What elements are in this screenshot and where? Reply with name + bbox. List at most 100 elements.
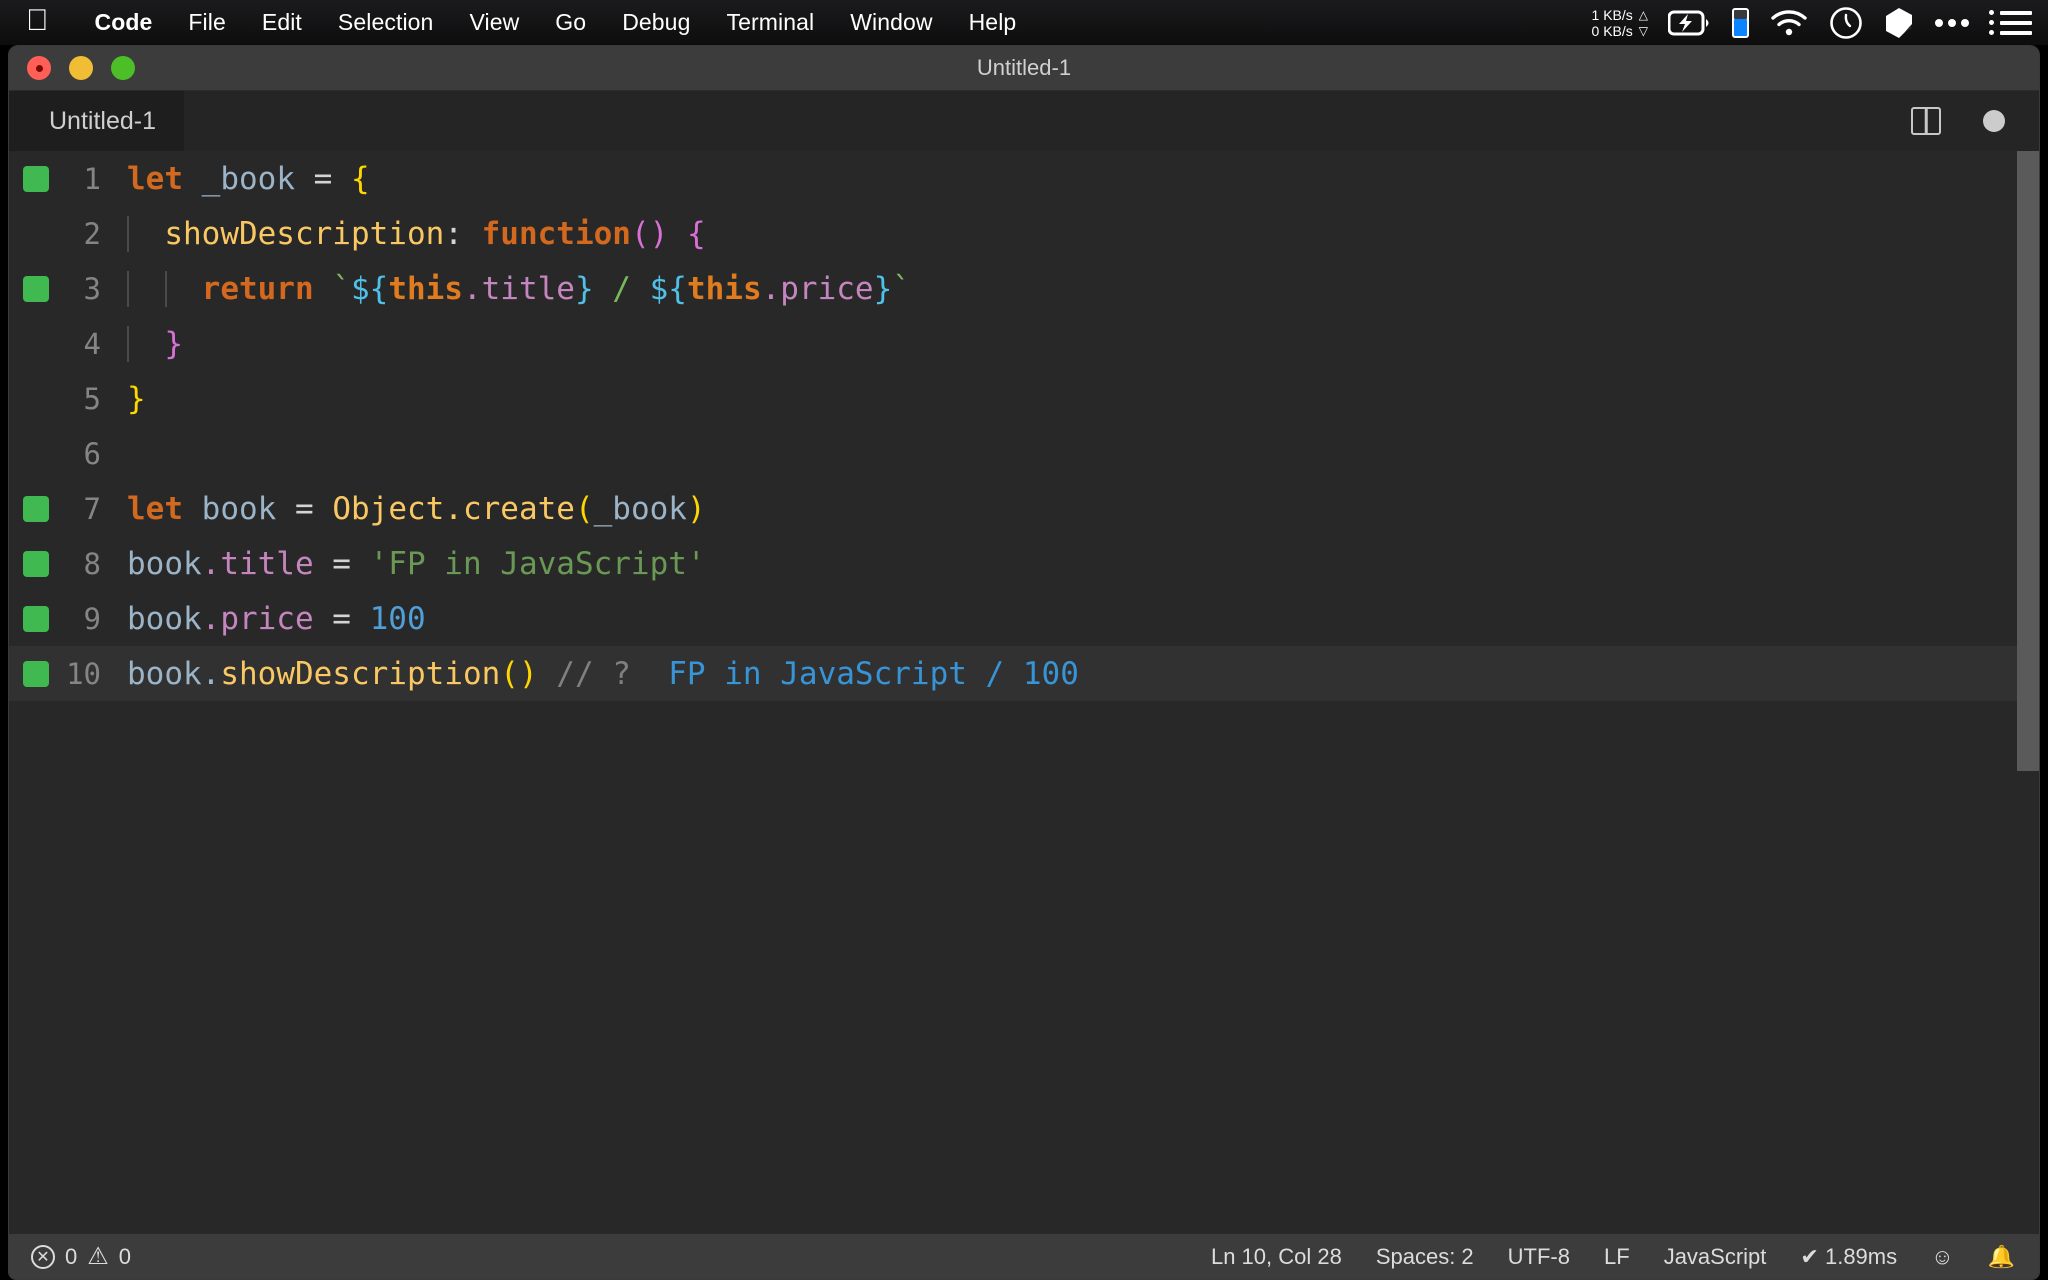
code-line[interactable]: 1 let _book = { [9,151,2039,206]
network-upload-speed: 1 KB/s [1592,7,1633,23]
menu-item-window[interactable]: Window [832,9,950,36]
code-line[interactable]: 9 book.price = 100 [9,591,2039,646]
token-member: .title [463,271,575,307]
wifi-icon[interactable] [1769,9,1809,37]
token-variable: _book [202,161,295,197]
token-brace: { [687,216,706,252]
code-content: showDescription: function() { [127,216,706,252]
token-object-create: Object.create [332,491,575,527]
menu-item-code[interactable]: Code [77,9,171,36]
apple-logo-icon[interactable]:  [26,6,49,36]
token-paren: () [500,656,537,692]
token-space [183,161,202,197]
error-count: 0 [65,1244,77,1270]
execution-timing[interactable]: ✔ 1.89ms [1800,1244,1897,1270]
menu-item-selection[interactable]: Selection [320,9,452,36]
token-keyword: let [127,161,183,197]
token-paren-close: ) [687,491,706,527]
smiley-icon[interactable]: ☺ [1931,1244,1953,1270]
ellipsis-icon[interactable] [1935,19,1969,27]
token-brace: { [351,161,370,197]
code-content: let book = Object.create(_book) [127,491,706,527]
token-string: 'FP in JavaScript' [370,546,706,582]
code-line[interactable]: 6 [9,426,2039,481]
token-backtick: ` [332,271,351,307]
split-editor-icon[interactable] [1911,107,1941,135]
menu-item-terminal[interactable]: Terminal [708,9,832,36]
token-member: .price [202,601,314,637]
token-member: .title [202,546,314,582]
window-title: Untitled-1 [9,55,2039,81]
menu-item-debug[interactable]: Debug [604,9,708,36]
status-bar-problems[interactable]: ✕ 0 ⚠ 0 [31,1244,131,1270]
editor-scrollbar[interactable] [2017,151,2039,771]
token-space [668,216,687,252]
cursor-position[interactable]: Ln 10, Col 28 [1211,1244,1342,1270]
network-download-speed: 0 KB/s [1592,23,1633,39]
menu-item-view[interactable]: View [451,9,537,36]
code-content: book.price = 100 [127,601,426,637]
tab-untitled-1[interactable]: Untitled-1 [9,91,184,151]
token-operator: = [314,601,370,637]
code-content: book.title = 'FP in JavaScript' [127,546,706,582]
cube-icon[interactable] [1883,6,1915,40]
list-icon[interactable] [1989,10,2032,35]
line-number: 2 [9,217,127,251]
token-keyword: let [127,491,183,527]
token-template-close: } [575,271,594,307]
menu-item-help[interactable]: Help [951,9,1035,36]
network-speed-indicator[interactable]: 1 KB/s 0 KB/s △ ▽ [1592,7,1648,39]
status-bar: ✕ 0 ⚠ 0 Ln 10, Col 28 Spaces: 2 UTF-8 LF… [9,1234,2039,1279]
battery-charging-icon[interactable] [1668,10,1712,36]
line-number: 5 [9,382,127,416]
token-brace: } [164,326,183,362]
eol-setting[interactable]: LF [1604,1244,1630,1270]
code-line[interactable]: 5 } [9,371,2039,426]
token-this: this [687,271,762,307]
token-operator: = [295,161,351,197]
upload-arrow-icon: △ [1639,7,1648,23]
indentation-setting[interactable]: Spaces: 2 [1376,1244,1474,1270]
clock-icon[interactable] [1829,6,1863,40]
token-comment: // ? [538,656,650,692]
check-icon: ✔ [1800,1244,1818,1269]
token-slash: / [594,271,650,307]
menu-item-edit[interactable]: Edit [244,9,320,36]
git-added-marker [23,496,49,522]
code-line[interactable]: 4 } [9,316,2039,371]
indent-guide [127,216,129,252]
token-brace: } [127,381,146,417]
code-line[interactable]: 8 book.title = 'FP in JavaScript' [9,536,2039,591]
code-content: book.showDescription() // ? FP in JavaSc… [127,656,1079,692]
indent-guide [127,326,129,362]
token-comment-result: FP in JavaScript / 100 [650,656,1079,692]
encoding-setting[interactable]: UTF-8 [1508,1244,1570,1270]
window-title-bar: Untitled-1 [9,46,2039,91]
code-line[interactable]: 7 let book = Object.create(_book) [9,481,2039,536]
token-keyword: function [482,216,631,252]
language-mode[interactable]: JavaScript [1664,1244,1767,1270]
battery-level-icon[interactable] [1732,8,1749,38]
warning-count: 0 [119,1244,131,1270]
code-line[interactable]: 3 return `${this.title} / ${this.price}` [9,261,2039,316]
menu-bar-status-area: 1 KB/s 0 KB/s △ ▽ [1592,0,2032,45]
error-circle-icon: ✕ [31,1245,55,1269]
unsaved-dot-icon[interactable] [1983,110,2005,132]
bell-icon[interactable]: 🔔 [1988,1244,2015,1270]
menu-item-go[interactable]: Go [537,9,604,36]
token-paren: () [631,216,668,252]
code-line[interactable]: 2 showDescription: function() { [9,206,2039,261]
token-variable: book [183,491,276,527]
editor-tab-strip: Untitled-1 [9,91,2039,151]
macos-menu-bar:  Code File Edit Selection View Go Debug… [0,0,2048,45]
token-argument: _book [594,491,687,527]
menu-item-file[interactable]: File [170,9,243,36]
token-variable: book [127,601,202,637]
indent-guide [165,271,167,307]
token-function-call: showDescription [220,656,500,692]
git-added-marker [23,606,49,632]
code-line-active[interactable]: 10 book.showDescription() // ? FP in Jav… [9,646,2039,701]
code-editor[interactable]: 1 let _book = { 2 showDescription: funct… [9,151,2039,1234]
git-added-marker [23,551,49,577]
status-bar-right: Ln 10, Col 28 Spaces: 2 UTF-8 LF JavaScr… [1211,1244,2015,1270]
